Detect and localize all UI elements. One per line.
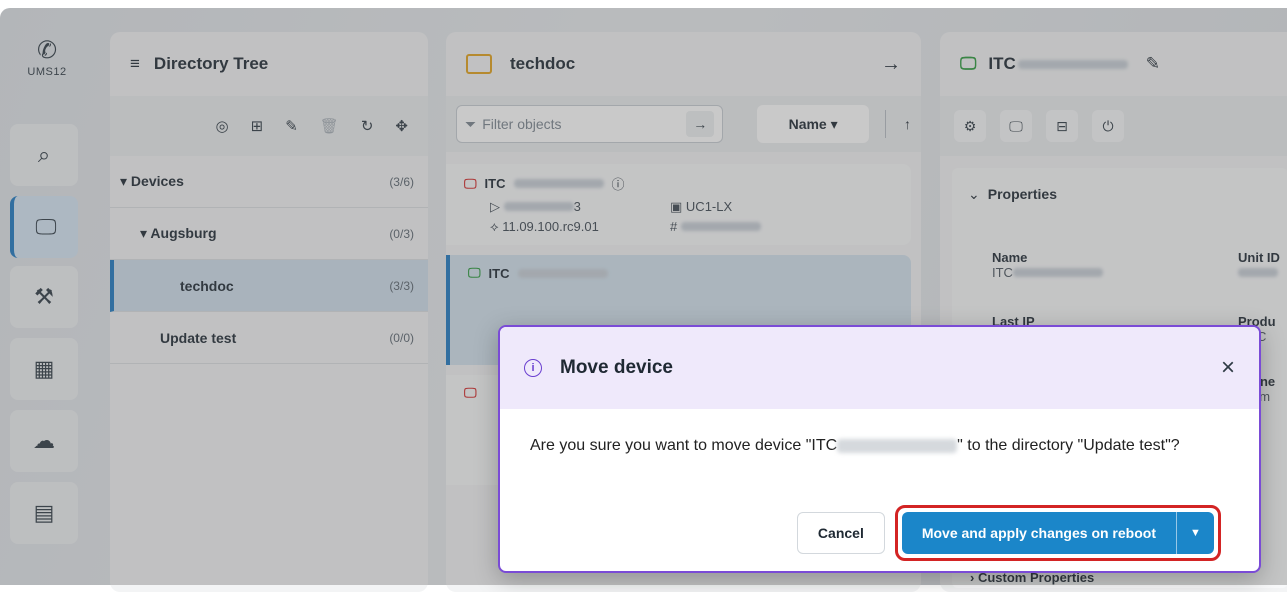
move-apply-split-button: Move and apply changes on reboot ▼ xyxy=(901,512,1214,554)
dropdown-arrow-icon[interactable]: ▼ xyxy=(1176,512,1214,554)
close-icon[interactable]: × xyxy=(1221,356,1235,380)
dialog-title: Move device xyxy=(560,357,673,378)
cancel-button[interactable]: Cancel xyxy=(796,512,885,554)
move-device-dialog: i Move device × Are you sure you want to… xyxy=(498,325,1261,573)
move-apply-button[interactable]: Move and apply changes on reboot xyxy=(902,512,1176,554)
redacted-device-name xyxy=(837,438,958,453)
dialog-message: Are you sure you want to move device "IT… xyxy=(530,437,1180,454)
highlight-frame: Move and apply changes on reboot ▼ xyxy=(894,505,1221,561)
info-icon: i xyxy=(524,359,542,377)
